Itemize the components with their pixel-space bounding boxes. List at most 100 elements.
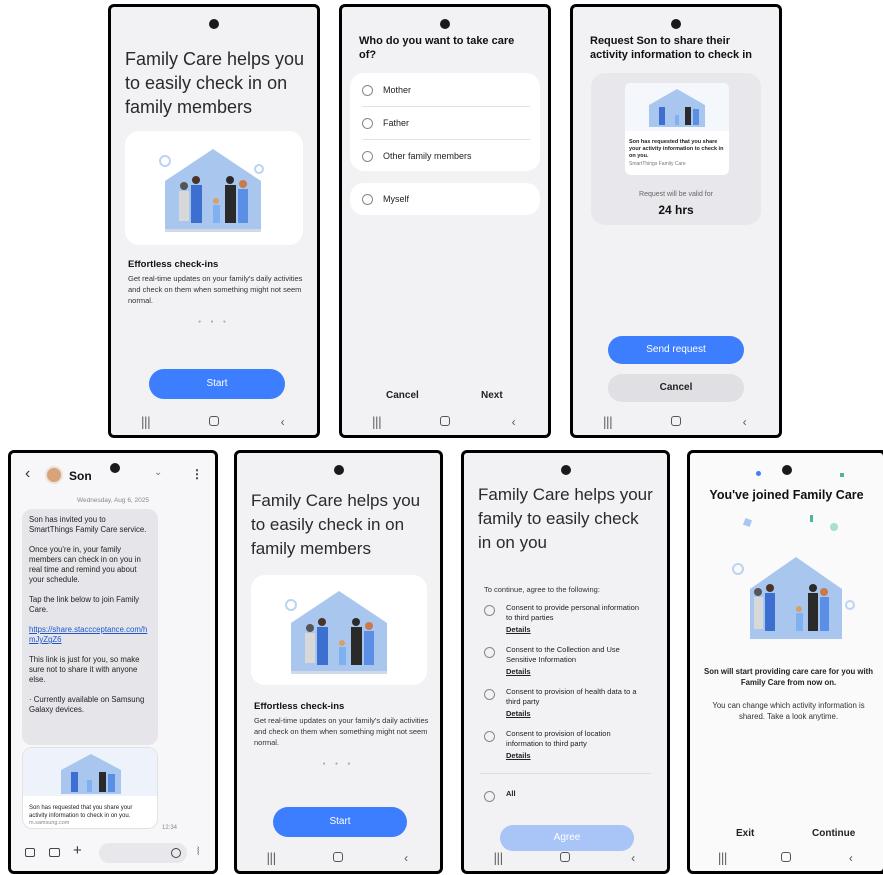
home-icon[interactable] [430,415,460,429]
link-preview-card[interactable]: Son has requested that you share your ac… [22,747,158,829]
back-icon[interactable]: ‹ [391,851,421,865]
camera-icon[interactable] [49,848,60,857]
consent-item[interactable]: Consent to provide personal information … [484,603,647,635]
option-father[interactable]: Father [350,107,540,139]
avatar[interactable] [45,466,63,484]
contact-name[interactable]: Son [69,469,92,483]
feature-title: Effortless check-ins [254,701,345,712]
page-title: Family Care helps your family to easily … [478,485,653,552]
illustration-card [125,131,303,245]
cancel-button[interactable]: Cancel [608,374,744,402]
camera-hole [671,19,681,29]
system-nav-bar: ||| ‹ [111,409,317,435]
recent-apps-icon[interactable]: ||| [707,851,737,865]
home-icon[interactable] [550,851,580,865]
invite-link[interactable]: https://share.staccceptance.com/hmJyZgZ6 [29,625,151,645]
family-illustration [285,591,387,674]
preview-source: m.samsung.com [29,820,70,826]
camera-hole [781,465,792,475]
message-bubble[interactable]: Son has invited you to SmartThings Famil… [22,509,158,745]
details-link[interactable]: Details [506,751,647,761]
radio-icon [484,647,495,658]
home-icon[interactable] [661,415,691,429]
date-divider: Wednesday, Aug 6, 2025 [76,497,150,504]
consent-item[interactable]: Consent to the Collection and Use Sensit… [484,645,647,677]
continue-button[interactable]: Continue [812,828,855,839]
page-title: Request Son to share their activity info… [590,35,752,61]
page-title: Family Care helps you to easily check in… [125,49,305,117]
phone-intro-2: Family Care helps you to easily check in… [234,450,443,874]
consent-item[interactable]: Consent to provision of health data to a… [484,687,647,719]
details-link[interactable]: Details [506,709,647,719]
camera-hole [440,19,450,29]
feature-description: Get real-time updates on your family's d… [254,716,429,747]
chevron-down-icon[interactable]: ⌄ [154,467,162,478]
back-icon[interactable]: ‹ [618,851,648,865]
recent-apps-icon[interactable]: ||| [130,415,160,429]
request-preview: Son has requested that you share your ac… [625,83,729,175]
home-icon[interactable] [771,851,801,865]
gallery-icon[interactable] [25,848,35,857]
camera-hole [560,465,571,475]
more-options-icon[interactable]: ⋮ [191,467,203,481]
options-card: Mother Father Other family members [350,73,540,171]
send-request-button[interactable]: Send request [608,336,744,364]
system-nav-bar: ||| ‹ [690,845,883,871]
illustration-card [251,575,427,685]
phone-messages: ‹ Son ⌄ ⋮ Wednesday, Aug 6, 2025 Son has… [8,450,218,874]
option-mother[interactable]: Mother [350,74,540,106]
add-icon[interactable]: + [73,842,82,859]
family-illustration [159,149,264,232]
page-title: Who do you want to take care of? [359,35,515,61]
option-myself[interactable]: Myself [350,183,540,215]
camera-hole [333,465,344,475]
exit-button[interactable]: Exit [736,828,754,839]
preview-text: Son has requested that you share your ac… [29,805,133,819]
start-button[interactable]: Start [273,807,407,837]
phone-choose: Who do you want to take care of? Mother … [339,4,551,438]
voice-icon[interactable]: ⦚ [197,845,199,859]
radio-icon [484,791,495,802]
consent-item[interactable]: Consent to provision of location informa… [484,729,647,761]
details-link[interactable]: Details [506,667,647,677]
family-illustration [625,83,729,131]
recent-apps-icon[interactable]: ||| [592,415,622,429]
phone-request: Request Son to share their activity info… [570,4,782,438]
page-title: Family Care helps you to easily check in… [251,491,421,558]
consent-all[interactable]: All [484,789,647,802]
radio-icon [484,731,495,742]
page-indicator: ● ● ● [198,319,230,325]
radio-icon [362,84,373,96]
radio-icon [362,193,373,205]
back-arrow-icon[interactable]: ‹ [25,465,30,483]
recent-apps-icon[interactable]: ||| [256,851,286,865]
camera-hole [209,19,219,29]
radio-icon [362,117,373,129]
start-button[interactable]: Start [149,369,285,399]
back-icon[interactable]: ‹ [836,851,866,865]
back-icon[interactable]: ‹ [730,415,760,429]
cancel-button[interactable]: Cancel [386,390,419,401]
page-indicator: ● ● ● [322,761,355,767]
joined-sub: You can change which activity informatio… [712,701,865,721]
emoji-icon[interactable] [171,848,181,858]
recent-apps-icon[interactable]: ||| [483,851,513,865]
next-button[interactable]: Next [481,390,503,401]
self-card: Myself [350,183,540,215]
valid-label: Request will be valid for [639,191,713,198]
option-other-family[interactable]: Other family members [350,140,540,172]
back-icon[interactable]: ‹ [268,415,298,429]
request-card: Son has requested that you share your ac… [591,73,761,225]
back-icon[interactable]: ‹ [499,415,529,429]
valid-value: 24 hrs [658,203,694,217]
camera-hole [110,463,120,473]
divider [480,773,651,774]
radio-icon [362,150,373,162]
home-icon[interactable] [323,851,353,865]
system-nav-bar: ||| ‹ [573,409,779,435]
family-illustration [732,557,855,639]
message-time: 12:34 [162,825,178,831]
details-link[interactable]: Details [506,625,647,635]
recent-apps-icon[interactable]: ||| [361,415,391,429]
home-icon[interactable] [199,415,229,429]
